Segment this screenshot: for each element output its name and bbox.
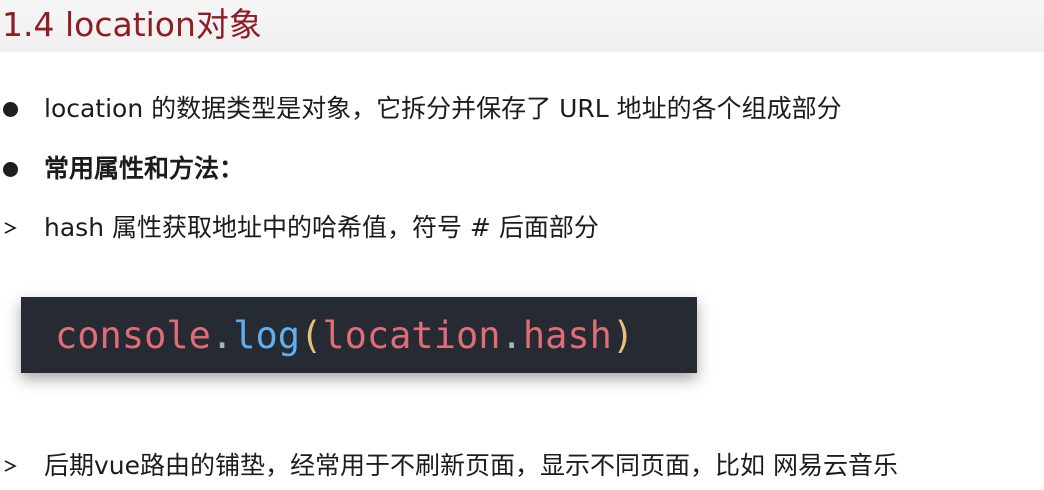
code-token-method: log	[233, 313, 301, 357]
bullet-text: 常用属性和方法：	[44, 154, 245, 183]
bullet-text: hash 属性获取地址中的哈希值，符号 # 后面部分	[44, 213, 599, 242]
slide-title: 1.4 location对象	[2, 5, 262, 44]
bullet-dot-icon	[3, 101, 18, 117]
chevron-right-icon	[4, 222, 17, 234]
title-bar: 1.4 location对象	[0, 0, 1044, 52]
code-snippet: console. log(location. hash)	[21, 297, 697, 373]
note-text: 后期vue路由的铺垫，经常用于不刷新页面，显示不同页面，比如 网易云音乐	[44, 451, 898, 480]
code-token-object: console	[55, 313, 211, 357]
code-token-open-paren: (	[300, 313, 323, 357]
chevron-right-icon	[4, 460, 17, 472]
code-token-arg-property: hash	[522, 313, 612, 357]
bullet-dot-icon	[3, 161, 18, 177]
code-token-arg-object: location	[322, 313, 501, 357]
code-token-dot: .	[500, 313, 523, 357]
code-token-dot: .	[210, 313, 234, 357]
bullet-text: location 的数据类型是对象，它拆分并保存了 URL 地址的各个组成部分	[44, 94, 842, 123]
code-token-close-paren: )	[611, 313, 635, 357]
